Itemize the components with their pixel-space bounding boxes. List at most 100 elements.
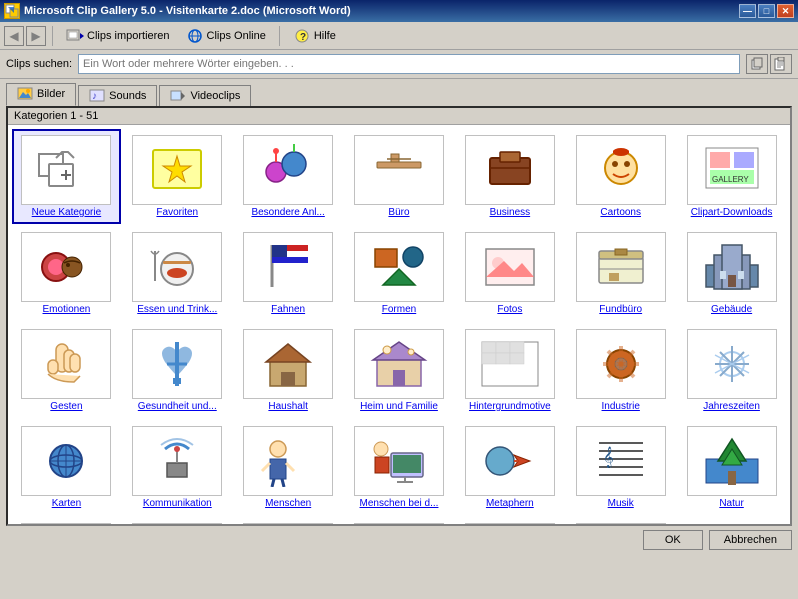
- category-item-musik[interactable]: 𝄞Musik: [566, 420, 675, 515]
- bilder-tab-icon: [17, 87, 33, 101]
- forward-button[interactable]: ▶: [26, 26, 46, 46]
- app-icon: [4, 3, 20, 19]
- category-item-fotos[interactable]: Fotos: [455, 226, 564, 321]
- category-item-hydrant[interactable]: ...: [123, 517, 232, 524]
- category-label-neue-kategorie: Neue Kategorie: [32, 207, 102, 218]
- category-label-menschen-bei: Menschen bei d...: [360, 498, 439, 509]
- category-icon-hintergrundmotive: [465, 329, 555, 399]
- category-icon-essen-und-trinken: [132, 232, 222, 302]
- category-item-jahreszeiten[interactable]: Jahreszeiten: [677, 323, 786, 418]
- category-label-natur: Natur: [719, 498, 743, 509]
- tab-videoclips-label: Videoclips: [190, 90, 240, 102]
- category-icon-hydrant: [132, 523, 222, 524]
- category-item-gebaeude[interactable]: Gebäude: [677, 226, 786, 321]
- category-grid: Neue Kategorie Favoriten Besondere Anl... B…: [8, 125, 790, 524]
- clips-online-label: Clips Online: [207, 30, 266, 42]
- category-icon-industrie: [576, 329, 666, 399]
- clips-online-button[interactable]: Clips Online: [179, 25, 273, 47]
- category-item-hintergrundmotive[interactable]: Hintergrundmotive: [455, 323, 564, 418]
- online-icon: [186, 28, 204, 44]
- sounds-tab-icon: ♪: [89, 89, 105, 103]
- svg-text:𝄞: 𝄞: [603, 447, 614, 468]
- search-paste-button[interactable]: [770, 54, 792, 74]
- category-item-favoriten[interactable]: Favoriten: [123, 129, 232, 224]
- category-label-besondere-anlaesse: Besondere Anl...: [251, 207, 324, 218]
- category-grid-scroll[interactable]: Neue Kategorie Favoriten Besondere Anl... B…: [8, 125, 790, 524]
- help-icon: ?: [293, 28, 311, 44]
- category-icon-anker: [354, 523, 444, 524]
- search-input[interactable]: [78, 54, 740, 74]
- hilfe-button[interactable]: ? Hilfe: [286, 25, 343, 47]
- hilfe-label: Hilfe: [314, 30, 336, 42]
- category-icon-cartoons: [576, 135, 666, 205]
- clips-importieren-label: Clips importieren: [87, 30, 170, 42]
- category-item-emotionen[interactable]: Emotionen: [12, 226, 121, 321]
- category-item-natur[interactable]: Natur: [677, 420, 786, 515]
- abbrechen-button[interactable]: Abbrechen: [709, 530, 792, 550]
- tab-bilder[interactable]: Bilder: [6, 83, 76, 106]
- tab-sounds-label: Sounds: [109, 90, 146, 102]
- category-item-business[interactable]: Business: [455, 129, 564, 224]
- toolbar-separator-2: [279, 26, 280, 46]
- minimize-button[interactable]: —: [739, 4, 756, 18]
- category-label-clipart-downloads: Clipart-Downloads: [691, 207, 773, 218]
- category-item-cartoons[interactable]: Cartoons: [566, 129, 675, 224]
- category-icon-gebaeude: [687, 232, 777, 302]
- category-item-buero[interactable]: Büro: [345, 129, 454, 224]
- toolbar: ◀ ▶ Clips importieren Clips Online ? Hil…: [0, 22, 798, 50]
- category-icon-metaphern: [465, 426, 555, 496]
- maximize-button[interactable]: □: [758, 4, 775, 18]
- category-label-fotos: Fotos: [497, 304, 522, 315]
- category-item-person2[interactable]: ...: [455, 517, 564, 524]
- category-item-essen-und-trinken[interactable]: Essen und Trink...: [123, 226, 232, 321]
- main-content: Kategorien 1 - 51 Neue KategorieFavorite…: [6, 106, 792, 526]
- ok-button[interactable]: OK: [643, 530, 703, 550]
- titlebar-title: Microsoft Clip Gallery 5.0 - Visitenkart…: [24, 5, 351, 17]
- search-copy-button[interactable]: [746, 54, 768, 74]
- tab-videoclips[interactable]: Videoclips: [159, 85, 251, 106]
- clips-importieren-button[interactable]: Clips importieren: [59, 25, 177, 47]
- category-item-heim-und-familie[interactable]: Heim und Familie: [345, 323, 454, 418]
- category-item-besondere-anlaesse[interactable]: Besondere Anl...: [234, 129, 343, 224]
- category-icon-favoriten: [132, 135, 222, 205]
- category-icon-jahreszeiten: [687, 329, 777, 399]
- category-label-hintergrundmotive: Hintergrundmotive: [469, 401, 551, 412]
- category-icon-blume: [243, 523, 333, 524]
- category-item-karten[interactable]: Karten: [12, 420, 121, 515]
- category-item-blume[interactable]: ...: [234, 517, 343, 524]
- category-item-fahnen[interactable]: Fahnen: [234, 226, 343, 321]
- search-icons: [746, 54, 792, 74]
- category-item-formen[interactable]: Formen: [345, 226, 454, 321]
- category-item-industrie[interactable]: Industrie: [566, 323, 675, 418]
- category-item-kommunikation[interactable]: Kommunikation: [123, 420, 232, 515]
- category-item-haushalt[interactable]: Haushalt: [234, 323, 343, 418]
- category-item-gesundheit[interactable]: Gesundheit und...: [123, 323, 232, 418]
- category-item-menschen-bei[interactable]: Menschen bei d...: [345, 420, 454, 515]
- category-label-business: Business: [490, 207, 531, 218]
- search-label: Clips suchen:: [6, 58, 72, 70]
- svg-text:GALLERY: GALLERY: [712, 175, 749, 184]
- close-button[interactable]: ✕: [777, 4, 794, 18]
- category-label-heim-und-familie: Heim und Familie: [360, 401, 438, 412]
- category-item-kreis[interactable]: ...: [566, 517, 675, 524]
- category-icon-fahnen: [243, 232, 333, 302]
- category-label-buero: Büro: [388, 207, 409, 218]
- category-item-fundbuero[interactable]: Fundbüro: [566, 226, 675, 321]
- category-icon-besondere-anlaesse: [243, 135, 333, 205]
- category-icon-menschen: [243, 426, 333, 496]
- category-item-neue-kategorie[interactable]: Neue Kategorie: [12, 129, 121, 224]
- category-label-metaphern: Metaphern: [486, 498, 534, 509]
- category-item-gesten[interactable]: Gesten: [12, 323, 121, 418]
- tab-sounds[interactable]: ♪ Sounds: [78, 85, 157, 106]
- category-icon-buero: [354, 135, 444, 205]
- category-item-anker[interactable]: ...: [345, 517, 454, 524]
- category-icon-pflanzen: [21, 523, 111, 524]
- category-item-menschen[interactable]: Menschen: [234, 420, 343, 515]
- back-button[interactable]: ◀: [4, 26, 24, 46]
- titlebar: Microsoft Clip Gallery 5.0 - Visitenkart…: [0, 0, 798, 22]
- category-item-clipart-downloads[interactable]: GALLERY Clipart-Downloads: [677, 129, 786, 224]
- category-item-metaphern[interactable]: Metaphern: [455, 420, 564, 515]
- category-label-essen-und-trinken: Essen und Trink...: [137, 304, 217, 315]
- category-item-pflanzen[interactable]: Pflanzen: [12, 517, 121, 524]
- category-icon-neue-kategorie: [21, 135, 111, 205]
